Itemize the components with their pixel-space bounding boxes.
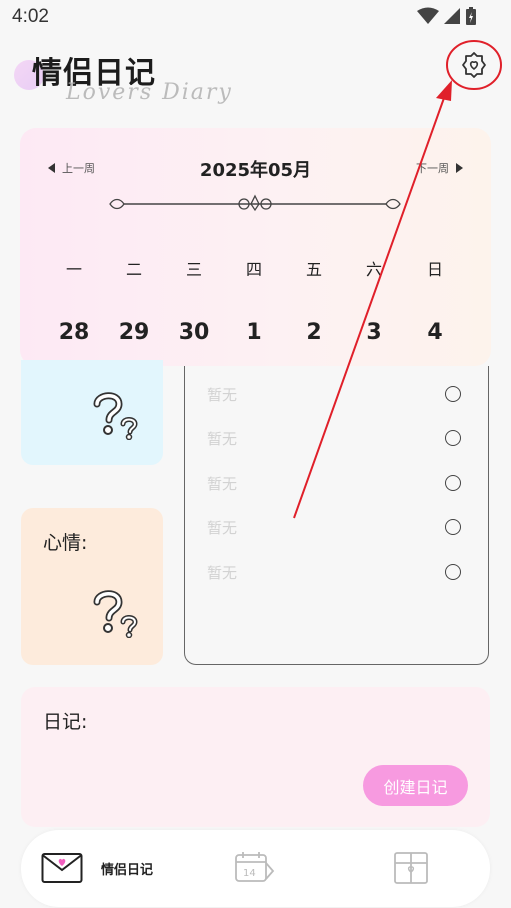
pointer-arrow-head: [436, 80, 452, 101]
todo-checkbox[interactable]: [445, 564, 461, 580]
envelope-heart-icon: [41, 853, 83, 883]
todo-checkbox[interactable]: [445, 386, 461, 402]
tab-gift[interactable]: [391, 844, 431, 892]
day-cell[interactable]: 2: [294, 320, 334, 345]
todo-text: 暂无: [207, 386, 238, 404]
next-week-button[interactable]: 下一周: [416, 160, 463, 176]
todo-item[interactable]: 暂无: [185, 473, 490, 509]
weekday-thu: 四: [245, 260, 262, 279]
gift-box-icon: [394, 852, 428, 884]
status-bar: 4:02: [0, 0, 511, 34]
weekday-mon: 一: [65, 260, 82, 279]
todo-item[interactable]: 暂无: [185, 517, 490, 553]
next-week-label: 下一周: [416, 162, 449, 175]
todo-text: 暂无: [207, 564, 238, 582]
ornament-divider: [109, 194, 401, 212]
day-cell[interactable]: 1: [234, 320, 274, 345]
tab-diary-label: 情侣日记: [101, 862, 154, 878]
day-cell[interactable]: 29: [114, 320, 154, 345]
bottom-nav: 情侣日记 14: [21, 830, 490, 907]
tab-calendar[interactable]: 14: [233, 844, 275, 892]
create-diary-button[interactable]: 创建日记: [363, 765, 468, 806]
gear-icon: [462, 52, 486, 78]
todo-checkbox[interactable]: [445, 430, 461, 446]
weekday-sun: 日: [426, 260, 443, 279]
todo-text: 暂无: [207, 519, 238, 537]
settings-button[interactable]: [453, 44, 495, 86]
todo-item[interactable]: 暂无: [185, 384, 490, 420]
question-marks-icon: [93, 392, 138, 440]
status-card[interactable]: [21, 360, 163, 465]
todo-list: 暂无 暂无 暂无 暂无 暂无: [184, 366, 489, 665]
weekday-sat: 六: [365, 260, 382, 279]
app-subtitle: Lovers Diary: [66, 80, 233, 105]
day-cell[interactable]: 28: [54, 320, 94, 345]
day-cell[interactable]: 4: [415, 320, 455, 345]
status-icons: [417, 6, 477, 26]
tab-diary[interactable]: 情侣日记: [41, 844, 153, 892]
todo-text: 暂无: [207, 430, 238, 448]
battery-icon: [466, 7, 476, 25]
diary-label: 日记:: [43, 711, 88, 733]
wifi-icon: [417, 7, 439, 24]
day-cell[interactable]: 3: [354, 320, 394, 345]
weekday-wed: 三: [185, 260, 202, 279]
weekday-tue: 二: [125, 260, 142, 279]
svg-text:14: 14: [243, 868, 256, 879]
diary-card: 日记: 创建日记: [21, 687, 490, 827]
signal-icon: [444, 8, 460, 24]
todo-item[interactable]: 暂无: [185, 428, 490, 464]
mood-label: 心情:: [43, 532, 88, 554]
day-cell[interactable]: 30: [174, 320, 214, 345]
triangle-right-icon: [456, 163, 463, 173]
todo-checkbox[interactable]: [445, 475, 461, 491]
mood-card[interactable]: 心情:: [21, 508, 163, 665]
todo-checkbox[interactable]: [445, 519, 461, 535]
todo-item[interactable]: 暂无: [185, 562, 490, 598]
calendar-14-icon: 14: [235, 852, 275, 882]
weekday-fri: 五: [305, 260, 322, 279]
question-marks-icon: [93, 590, 138, 638]
week-calendar: 上一周 2025年05月 下一周 一 二 三 四 五 六 日 28 29 30 …: [20, 128, 491, 366]
status-time: 4:02: [12, 6, 49, 27]
todo-text: 暂无: [207, 475, 238, 493]
